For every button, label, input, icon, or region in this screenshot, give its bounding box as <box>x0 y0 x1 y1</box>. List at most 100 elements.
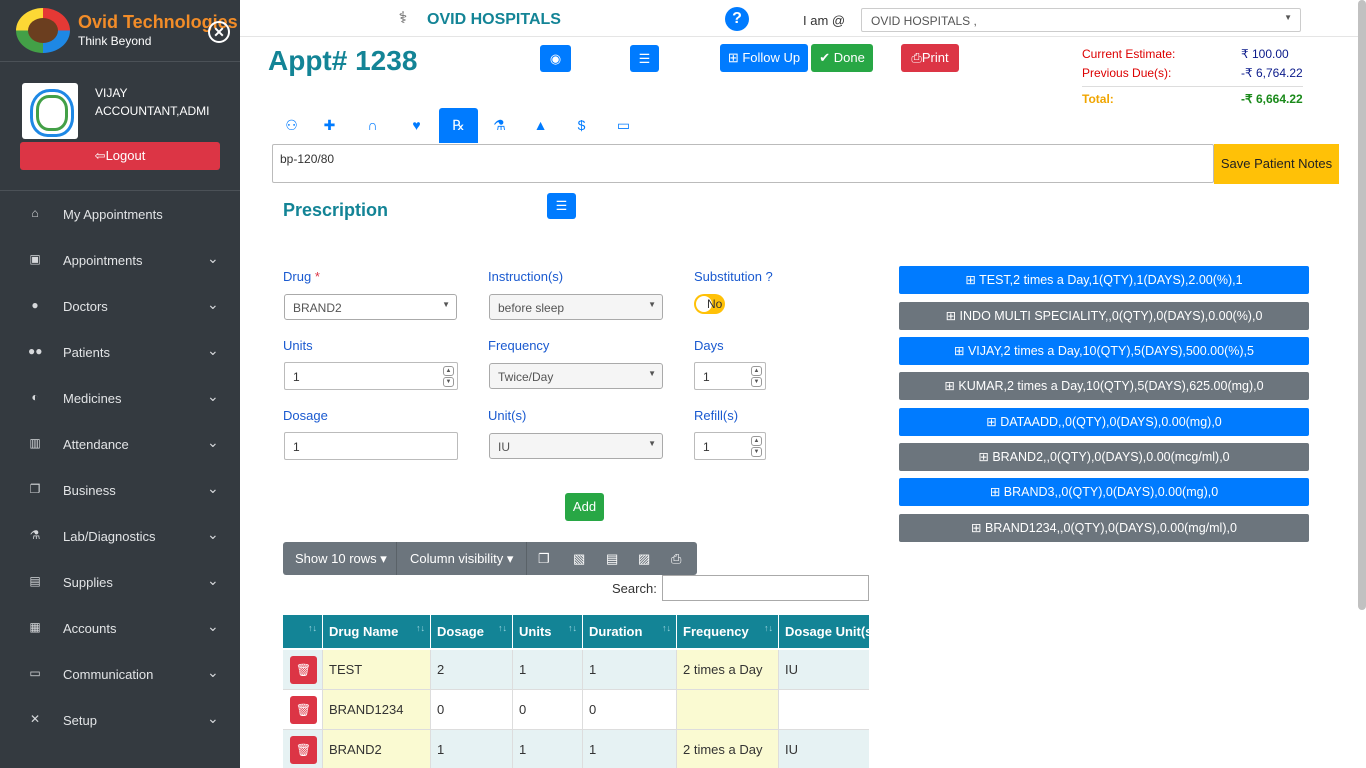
increment-icon[interactable]: ▲ <box>751 436 762 446</box>
chevron-down-icon: ⌄ <box>207 342 219 358</box>
logout-button[interactable]: ⇦Logout <box>20 142 220 170</box>
rx-list-item[interactable]: ⊞ BRAND2,,0(QTY),0(DAYS),0.00(mcg/ml),0 <box>899 443 1309 471</box>
page-scrollbar[interactable] <box>1358 0 1366 610</box>
rx-list-item[interactable]: ⊞ DATAADD,,0(QTY),0(DAYS),0.00(mg),0 <box>899 408 1309 436</box>
rx-list-item[interactable]: ⊞ INDO MULTI SPECIALITY,,0(QTY),0(DAYS),… <box>899 302 1309 330</box>
search-input[interactable] <box>662 575 869 601</box>
show-rows-button[interactable]: Show 10 rows ▾ <box>295 542 387 575</box>
sidebar-item-medicines[interactable]: ◐ Medicines ⌄ <box>0 375 240 421</box>
table-header-action[interactable]: ↑↓ <box>283 615 323 648</box>
tab-vitals[interactable]: ♥ <box>397 108 436 143</box>
sidebar-item-setup[interactable]: ✕ Setup ⌄ <box>0 697 240 743</box>
tab-payment[interactable]: ▭ <box>604 108 643 143</box>
print-button[interactable]: ⎙Print <box>901 44 959 72</box>
pdf-button[interactable]: ▨ <box>638 542 650 575</box>
table-header-duration[interactable]: Duration ↑↓ <box>583 615 677 648</box>
sidebar-item-communication[interactable]: ▭ Communication ⌄ <box>0 651 240 697</box>
unit-select[interactable]: IU ▼ <box>489 433 663 459</box>
hospital-select[interactable]: OVID HOSPITALS , ▼ <box>861 8 1301 32</box>
table-header-frequency[interactable]: Frequency ↑↓ <box>677 615 779 648</box>
delete-button[interactable]: 🗑 <box>290 736 317 764</box>
decrement-icon[interactable]: ▼ <box>751 447 762 457</box>
add-button[interactable]: Add <box>565 493 604 521</box>
sidebar-item-label: Setup <box>63 713 97 728</box>
drug-select[interactable]: BRAND2 ▼ <box>284 294 457 320</box>
units-stepper[interactable]: ▲ ▼ <box>443 366 454 388</box>
sidebar-item-accounts[interactable]: ▦ Accounts ⌄ <box>0 605 240 651</box>
csv-button[interactable]: ▤ <box>606 542 618 575</box>
delete-button[interactable]: 🗑 <box>290 656 317 684</box>
refill-stepper[interactable]: ▲ ▼ <box>751 436 762 458</box>
tab-patient[interactable]: ⚇ <box>272 108 311 143</box>
tab-billing[interactable]: $ <box>562 108 601 143</box>
tab-notes[interactable]: ✚ <box>310 108 349 143</box>
company-logo <box>16 8 70 53</box>
table-header-dosage[interactable]: Dosage ↑↓ <box>431 615 513 648</box>
decrement-icon[interactable]: ▼ <box>751 377 762 387</box>
sidebar-item-appointments[interactable]: ▣ Appointments ⌄ <box>0 237 240 283</box>
table-cell: 2 times a Day <box>677 730 779 768</box>
sidebar-item-patients[interactable]: ●● Patients ⌄ <box>0 329 240 375</box>
table-header-dosage-unit[interactable]: Dosage Unit(s) <box>779 615 869 648</box>
view-button[interactable]: ◉ <box>540 45 571 72</box>
file-csv-icon: ▤ <box>606 551 619 566</box>
refill-input[interactable]: 1 ▲ ▼ <box>694 432 766 460</box>
sidebar-item-attendance[interactable]: ▥ Attendance ⌄ <box>0 421 240 467</box>
substitution-toggle[interactable]: No <box>694 294 725 314</box>
frequency-select[interactable]: Twice/Day ▼ <box>489 363 663 389</box>
tab-files[interactable]: ▲ <box>521 108 560 143</box>
chevron-down-icon: ⌄ <box>207 664 219 680</box>
rx-list-item[interactable]: ⊞ KUMAR,2 times a Day,10(QTY),5(DAYS),62… <box>899 372 1309 400</box>
tab-prescription[interactable]: ℞ <box>439 108 478 143</box>
tab-examination[interactable]: ∩ <box>353 108 392 143</box>
sidebar-item-lab-diagnostics[interactable]: ⚗ Lab/Diagnostics ⌄ <box>0 513 240 559</box>
sort-icon: ↑↓ <box>764 623 773 633</box>
instruction-select[interactable]: before sleep ▼ <box>489 294 663 320</box>
previous-due-value: -₹ 6,764.22 <box>1241 66 1303 80</box>
sidebar-item-supplies[interactable]: ▤ Supplies ⌄ <box>0 559 240 605</box>
heartbeat-icon: ♥ <box>412 117 421 133</box>
increment-icon[interactable]: ▲ <box>751 366 762 376</box>
tab-lab[interactable]: ⚗ <box>480 108 519 143</box>
money-bill-icon: ▭ <box>616 117 631 133</box>
dosage-input[interactable]: 1 <box>284 432 458 460</box>
sidebar-item-doctors[interactable]: ● Doctors ⌄ <box>0 283 240 329</box>
follow-up-button[interactable]: ⊞ Follow Up <box>720 44 808 72</box>
sidebar-item-business[interactable]: ❐ Business ⌄ <box>0 467 240 513</box>
tools-icon: ✕ <box>29 712 41 726</box>
rx-list-item[interactable]: ⊞ VIJAY,2 times a Day,10(QTY),5(DAYS),50… <box>899 337 1309 365</box>
table-header-drug-name[interactable]: Drug Name ↑↓ <box>323 615 431 648</box>
done-button[interactable]: ✔ Done <box>811 44 873 72</box>
days-input[interactable]: 1 ▲ ▼ <box>694 362 766 390</box>
decrement-icon[interactable]: ▼ <box>443 377 454 387</box>
copy-button[interactable]: ❐ <box>538 542 550 575</box>
units-input[interactable]: 1 ▲ ▼ <box>284 362 458 390</box>
prescription-list-button[interactable]: ☰ <box>547 193 576 219</box>
days-stepper[interactable]: ▲ ▼ <box>751 366 762 388</box>
search-label: Search: <box>612 581 657 596</box>
help-icon[interactable]: ? <box>725 7 749 31</box>
sidebar-item-my-appointments[interactable]: ⌂ My Appointments <box>0 191 240 237</box>
print-table-button[interactable]: ⎙ <box>671 542 681 575</box>
save-patient-notes-button[interactable]: Save Patient Notes <box>1214 144 1339 184</box>
list-button[interactable]: ☰ <box>630 45 659 72</box>
doctor-icon: ● <box>31 298 39 312</box>
chevron-down-icon: ⌄ <box>207 388 219 404</box>
sort-icon: ↑↓ <box>416 623 425 633</box>
rx-list-item[interactable]: ⊞ BRAND3,,0(QTY),0(DAYS),0.00(mg),0 <box>899 478 1309 506</box>
rx-list-item[interactable]: ⊞ TEST,2 times a Day,1(QTY),1(DAYS),2.00… <box>899 266 1309 294</box>
dosage-label: Dosage <box>283 408 328 423</box>
chevron-down-icon: ⌄ <box>207 480 219 496</box>
pills-icon: ◐ <box>31 390 39 404</box>
top-bar: ⚕ OVID HOSPITALS ? I am @ OVID HOSPITALS… <box>240 0 1366 37</box>
column-visibility-button[interactable]: Column visibility ▾ <box>410 542 513 575</box>
file-invoice-icon: ▦ <box>29 620 41 634</box>
close-icon[interactable]: ✕ <box>208 21 230 43</box>
table-header-units[interactable]: Units ↑↓ <box>513 615 583 648</box>
rx-list-item[interactable]: ⊞ BRAND1234,,0(QTY),0(DAYS),0.00(mg/ml),… <box>899 514 1309 542</box>
increment-icon[interactable]: ▲ <box>443 366 454 376</box>
excel-button[interactable]: ▧ <box>573 542 585 575</box>
patient-notes-textarea[interactable]: bp-120/80 <box>272 144 1214 183</box>
sort-icon: ↑↓ <box>498 623 507 633</box>
delete-button[interactable]: 🗑 <box>290 696 317 724</box>
